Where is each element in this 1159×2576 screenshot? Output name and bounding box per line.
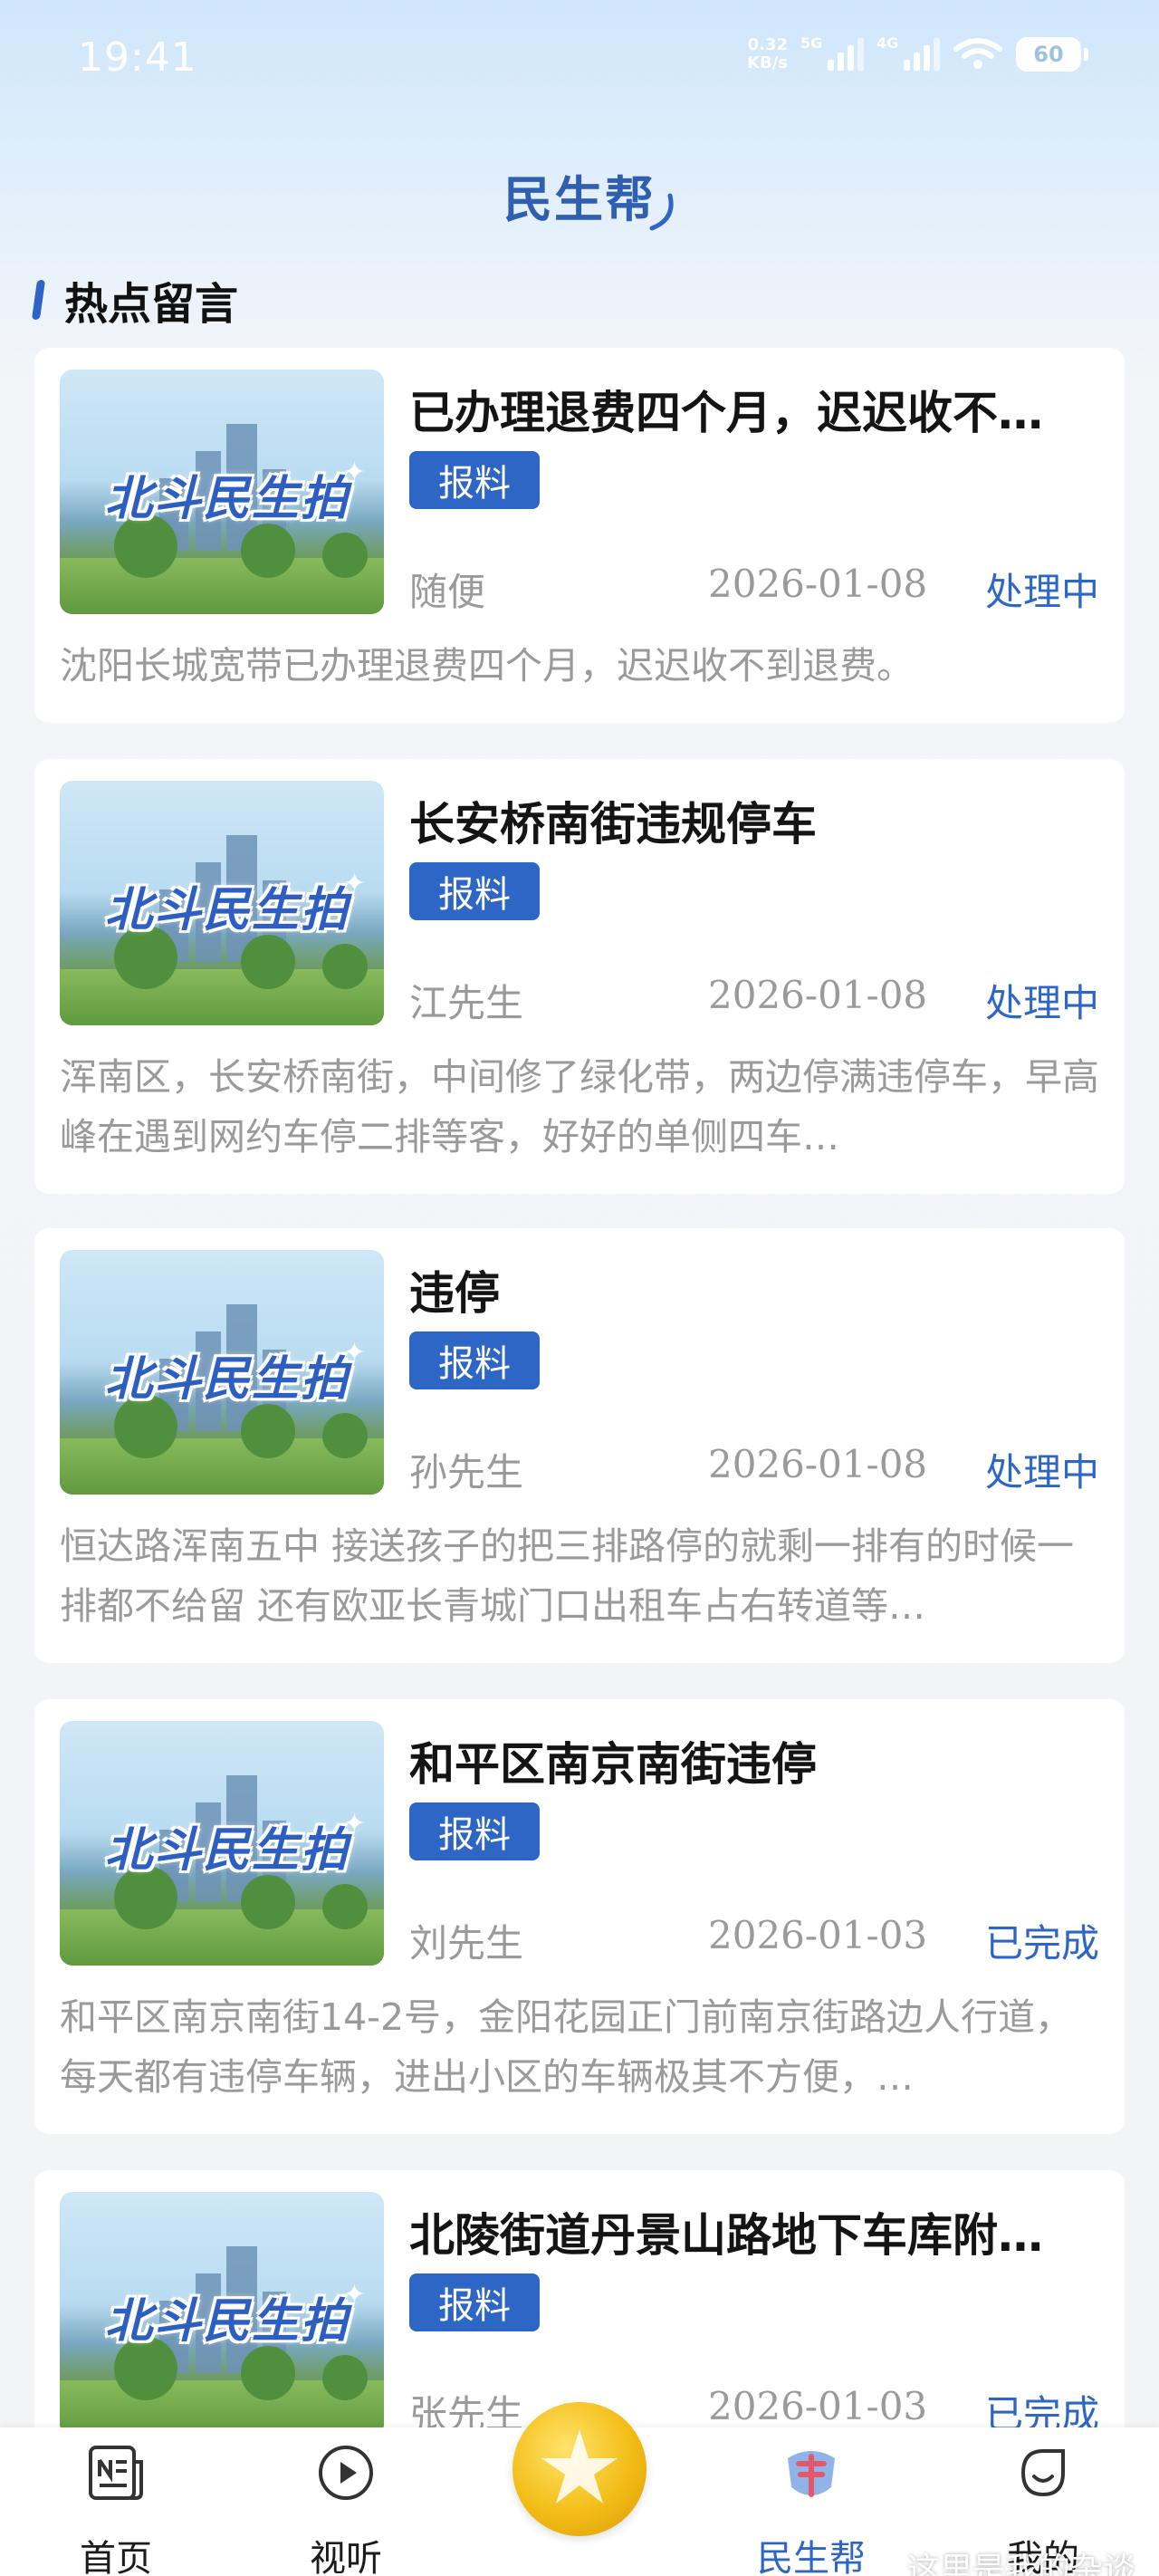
post-tag: 报料 — [409, 451, 540, 509]
news-icon — [89, 2446, 143, 2500]
post-tag: 报料 — [409, 1331, 540, 1389]
section-header: 热点留言 — [31, 268, 239, 332]
logo-star-icon — [541, 2429, 618, 2504]
nav-label: 视听 — [310, 2538, 382, 2576]
page-title: 民生帮 — [503, 171, 656, 228]
smile-icon — [1020, 2449, 1065, 2497]
post-card[interactable]: 北斗民生拍 ✦ 和平区南京南街违停 报料 刘先生 2026-01-03 已完成 … — [34, 1699, 1125, 2134]
post-description: 和平区南京南街14-2号，金阳花园正门前南京街路边人行道，每天都有违停车辆，进出… — [60, 1995, 1073, 2099]
post-title: 北陵街道丹景山路地下车库附… — [409, 2209, 1043, 2262]
signal-5g-icon: 5G — [800, 34, 864, 71]
sparkle-icon: ✦ — [342, 1808, 366, 1840]
post-author: 刘先生 — [409, 1921, 524, 1966]
sparkle-icon: ✦ — [342, 1337, 366, 1369]
network-speed: 0.32 KB/s — [747, 36, 788, 72]
thumbnail-logo-text: 北斗民生拍 — [104, 1352, 350, 1407]
network-speed-value: 0.32 — [747, 35, 788, 54]
status-bar: 19:41 0.32 KB/s 5G 4G 60 — [0, 0, 1159, 118]
post-description: 恒达路浑南五中 接送孩子的把三排路停的就剩一排有的时候一排都不给留 还有欧亚长青… — [60, 1524, 1075, 1628]
sparkle-icon: ✦ — [342, 457, 366, 488]
watermark: 这里是我的杂谈 — [906, 2552, 1135, 2576]
logo-icon[interactable] — [512, 2402, 647, 2536]
post-date: 2026-01-03 — [708, 2384, 928, 2428]
nav-item-media[interactable]: 视听 — [273, 2440, 418, 2576]
battery-level: 60 — [1033, 42, 1064, 67]
post-date: 2026-01-03 — [708, 1913, 928, 1957]
post-status: 处理中 — [984, 570, 1099, 614]
post-thumbnail: 北斗民生拍 ✦ — [60, 1721, 384, 1966]
help-icon — [788, 2451, 835, 2497]
post-tag: 报料 — [409, 862, 540, 920]
battery-icon: 60 — [1016, 37, 1088, 72]
section-accent-bar — [31, 280, 46, 320]
post-description: 沈阳长城宽带已办理退费四个月，迟迟收不到退费。 — [60, 644, 914, 687]
post-thumbnail: 北斗民生拍 ✦ — [60, 1250, 384, 1495]
post-tag: 报料 — [409, 2273, 540, 2331]
post-card[interactable]: 北斗民生拍 ✦ 已办理退费四个月，迟迟收不… 报料 随便 2026-01-08 … — [34, 348, 1125, 723]
network-speed-unit: KB/s — [747, 53, 788, 72]
status-icons: 0.32 KB/s 5G 4G 60 — [747, 34, 1088, 72]
post-thumbnail: 北斗民生拍 ✦ — [60, 781, 384, 1025]
nav-item-help[interactable]: 民生帮 — [739, 2440, 884, 2576]
section-title: 热点留言 — [64, 279, 239, 330]
nav-label: 民生帮 — [757, 2538, 866, 2576]
post-card[interactable]: 北斗民生拍 ✦ 违停 报料 孙先生 2026-01-08 处理中 恒达路浑南五中… — [34, 1228, 1125, 1663]
thumbnail-logo-text: 北斗民生拍 — [104, 883, 350, 937]
post-author: 随便 — [409, 570, 486, 614]
post-title: 和平区南京南街违停 — [409, 1738, 817, 1791]
nav-item-home[interactable]: 首页 — [43, 2440, 188, 2576]
post-status: 已完成 — [984, 1921, 1099, 1966]
title-swoosh-icon — [649, 193, 674, 231]
post-thumbnail: 北斗民生拍 ✦ — [60, 2192, 384, 2437]
post-status: 处理中 — [984, 1450, 1099, 1495]
signal-4g-icon: 4G — [876, 34, 940, 71]
post-tag: 报料 — [409, 1802, 540, 1860]
status-time: 19:41 — [78, 34, 197, 81]
post-date: 2026-01-08 — [708, 1442, 928, 1486]
network-4g-label: 4G — [876, 34, 899, 52]
post-date: 2026-01-08 — [708, 562, 928, 606]
network-5g-label: 5G — [800, 34, 823, 52]
post-thumbnail: 北斗民生拍 ✦ — [60, 370, 384, 614]
post-title: 已办理退费四个月，迟迟收不… — [409, 387, 1043, 439]
thumbnail-logo-text: 北斗民生拍 — [104, 472, 350, 526]
nav-label: 首页 — [80, 2538, 152, 2576]
post-date: 2026-01-08 — [708, 973, 928, 1017]
post-title: 长安桥南街违规停车 — [409, 798, 817, 851]
post-card[interactable]: 北斗民生拍 ✦ 长安桥南街违规停车 报料 江先生 2026-01-08 处理中 … — [34, 759, 1125, 1194]
thumbnail-logo-text: 北斗民生拍 — [104, 2294, 350, 2349]
sparkle-icon: ✦ — [342, 2279, 366, 2311]
post-author: 江先生 — [409, 981, 524, 1025]
post-author: 孙先生 — [409, 1450, 524, 1495]
post-description: 浑南区，长安桥南街，中间修了绿化带，两边停满违停车，早高峰在遇到网约车停二排等客… — [60, 1055, 1099, 1158]
post-title: 违停 — [409, 1267, 500, 1320]
post-status: 处理中 — [984, 981, 1099, 1025]
sparkle-icon: ✦ — [342, 868, 366, 899]
wifi-icon — [953, 38, 1002, 69]
thumbnail-logo-text: 北斗民生拍 — [104, 1823, 350, 1878]
play-icon — [319, 2446, 373, 2500]
